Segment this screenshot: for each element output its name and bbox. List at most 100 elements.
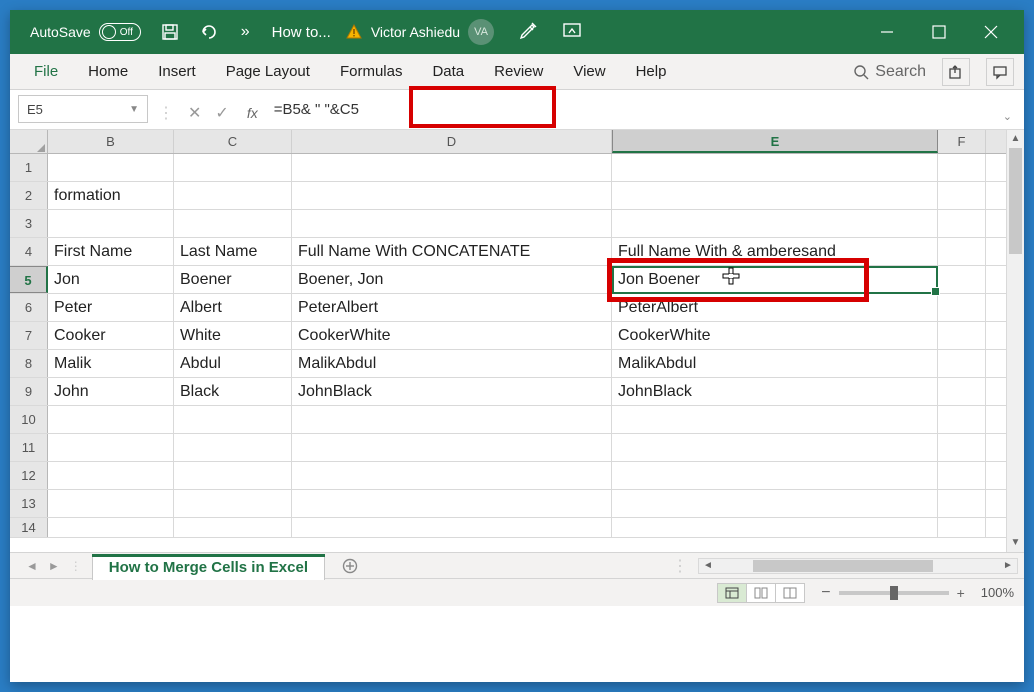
cell-B5[interactable]: Jon (48, 266, 174, 293)
cell-B6[interactable]: Peter (48, 294, 174, 321)
cell-D11[interactable] (292, 434, 612, 461)
hscroll-thumb[interactable] (753, 560, 933, 572)
name-box[interactable]: E5 ▼ (18, 95, 148, 123)
page-layout-view-button[interactable] (746, 583, 776, 603)
name-box-dropdown-icon[interactable]: ▼ (129, 104, 139, 115)
vscroll-thumb[interactable] (1009, 148, 1022, 254)
row-header-10[interactable]: 10 (10, 406, 48, 433)
add-sheet-button[interactable] (337, 553, 363, 579)
zoom-out-icon[interactable]: − (821, 584, 830, 602)
cell-C14[interactable] (174, 518, 292, 537)
row-header-3[interactable]: 3 (10, 210, 48, 237)
cell-F10[interactable] (938, 406, 986, 433)
cell-B8[interactable]: Malik (48, 350, 174, 377)
cell-B11[interactable] (48, 434, 174, 461)
scroll-right-icon[interactable]: ► (999, 560, 1017, 571)
scroll-down-icon[interactable]: ▼ (1007, 534, 1024, 552)
cell-F9[interactable] (938, 378, 986, 405)
cell-F14[interactable] (938, 518, 986, 537)
cell-F13[interactable] (938, 490, 986, 517)
cell-E4[interactable]: Full Name With & amberesand (612, 238, 938, 265)
zoom-value[interactable]: 100% (981, 585, 1014, 600)
cell-F3[interactable] (938, 210, 986, 237)
cell-C8[interactable]: Abdul (174, 350, 292, 377)
cell-C5[interactable]: Boener (174, 266, 292, 293)
tab-help[interactable]: Help (622, 57, 681, 86)
cell-D4[interactable]: Full Name With CONCATENATE (292, 238, 612, 265)
cell-D10[interactable] (292, 406, 612, 433)
tab-formulas[interactable]: Formulas (326, 57, 417, 86)
row-header-7[interactable]: 7 (10, 322, 48, 349)
tab-data[interactable]: Data (418, 57, 478, 86)
cell-C2[interactable] (174, 182, 292, 209)
row-header-14[interactable]: 14 (10, 518, 48, 537)
cell-C10[interactable] (174, 406, 292, 433)
cell-E5[interactable]: Jon Boener (612, 266, 938, 293)
cell-B3[interactable] (48, 210, 174, 237)
normal-view-button[interactable] (717, 583, 747, 603)
user-area[interactable]: Victor Ashiedu VA (345, 19, 494, 45)
cell-E9[interactable]: JohnBlack (612, 378, 938, 405)
cell-D9[interactable]: JohnBlack (292, 378, 612, 405)
more-icon[interactable]: » (241, 23, 250, 41)
cell-B12[interactable] (48, 462, 174, 489)
cell-D1[interactable] (292, 154, 612, 181)
col-header-f[interactable]: F (938, 130, 986, 153)
cell-E8[interactable]: MalikAbdul (612, 350, 938, 377)
zoom-slider-thumb[interactable] (890, 586, 898, 600)
row-header-12[interactable]: 12 (10, 462, 48, 489)
autosave-toggle[interactable]: AutoSave Off (30, 23, 141, 41)
page-break-view-button[interactable] (775, 583, 805, 603)
cell-B9[interactable]: John (48, 378, 174, 405)
cell-F6[interactable] (938, 294, 986, 321)
cell-B13[interactable] (48, 490, 174, 517)
cell-C11[interactable] (174, 434, 292, 461)
cell-C4[interactable]: Last Name (174, 238, 292, 265)
cell-F12[interactable] (938, 462, 986, 489)
cell-C13[interactable] (174, 490, 292, 517)
sheet-tab-active[interactable]: How to Merge Cells in Excel (92, 554, 325, 580)
tab-insert[interactable]: Insert (144, 57, 210, 86)
cell-F7[interactable] (938, 322, 986, 349)
minimize-icon[interactable] (880, 25, 894, 39)
cancel-icon[interactable]: ✕ (188, 103, 201, 123)
tab-review[interactable]: Review (480, 57, 557, 86)
cell-D5[interactable]: Boener, Jon (292, 266, 612, 293)
cell-D2[interactable] (292, 182, 612, 209)
row-header-6[interactable]: 6 (10, 294, 48, 321)
tab-view[interactable]: View (559, 57, 619, 86)
grid-rows[interactable]: 12formation34First NameLast NameFull Nam… (10, 154, 1024, 552)
cell-B4[interactable]: First Name (48, 238, 174, 265)
row-header-13[interactable]: 13 (10, 490, 48, 517)
cell-F1[interactable] (938, 154, 986, 181)
enter-icon[interactable]: ✓ (215, 103, 228, 123)
cell-E14[interactable] (612, 518, 938, 537)
cell-D6[interactable]: PeterAlbert (292, 294, 612, 321)
cell-C9[interactable]: Black (174, 378, 292, 405)
cell-F4[interactable] (938, 238, 986, 265)
cell-C7[interactable]: White (174, 322, 292, 349)
spreadsheet-grid[interactable]: B C D E F 12formation34First NameLast Na… (10, 130, 1024, 552)
cell-C3[interactable] (174, 210, 292, 237)
horizontal-scrollbar[interactable]: ◄ ► (698, 558, 1018, 574)
share-button[interactable] (942, 58, 970, 86)
cell-B2[interactable]: formation (48, 182, 174, 209)
cell-E3[interactable] (612, 210, 938, 237)
cell-C6[interactable]: Albert (174, 294, 292, 321)
comments-button[interactable] (986, 58, 1014, 86)
col-header-b[interactable]: B (48, 130, 174, 153)
cell-E7[interactable]: CookerWhite (612, 322, 938, 349)
tab-page-layout[interactable]: Page Layout (212, 57, 324, 86)
undo-icon[interactable] (199, 23, 221, 41)
cell-F11[interactable] (938, 434, 986, 461)
row-header-11[interactable]: 11 (10, 434, 48, 461)
col-header-e[interactable]: E (612, 130, 938, 153)
zoom-control[interactable]: − + (821, 584, 965, 602)
sheet-nav-arrows[interactable]: ◄►⋮ (16, 559, 92, 573)
cell-F2[interactable] (938, 182, 986, 209)
save-icon[interactable] (161, 23, 179, 41)
zoom-slider-track[interactable] (839, 591, 949, 595)
cell-D3[interactable] (292, 210, 612, 237)
row-header-9[interactable]: 9 (10, 378, 48, 405)
cell-E6[interactable]: PeterAlbert (612, 294, 938, 321)
